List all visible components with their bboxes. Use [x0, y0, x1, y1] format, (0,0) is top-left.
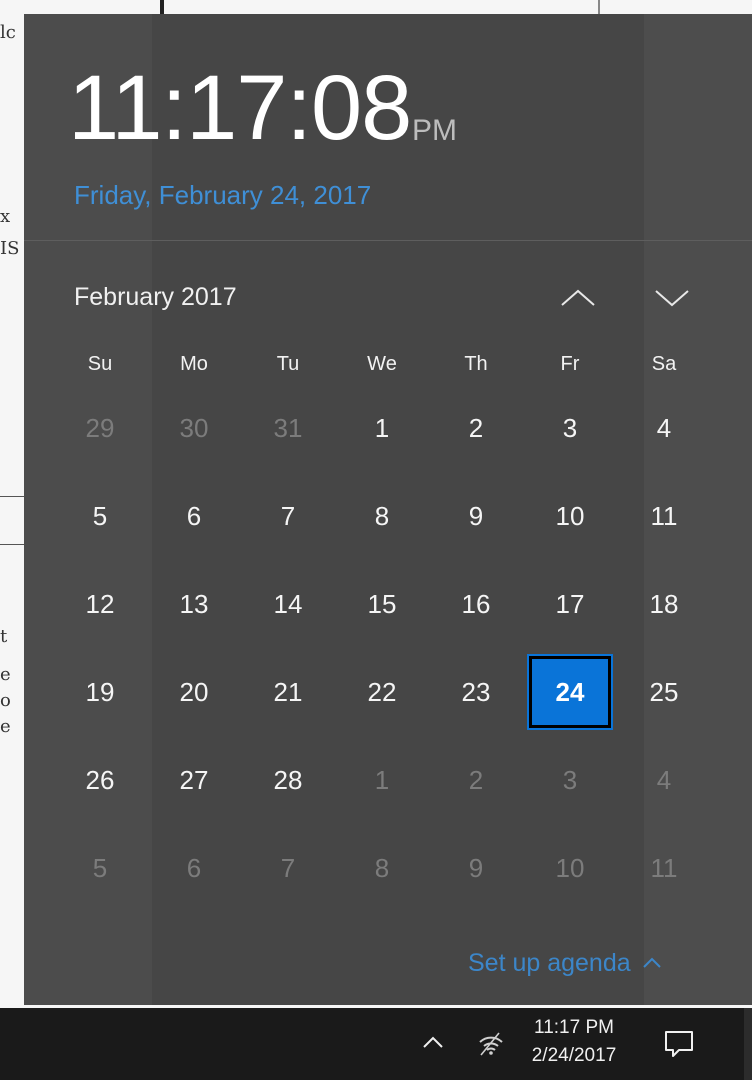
calendar-day-adjacent-month[interactable]: 2 [429, 736, 523, 824]
background-text-fragment: e [0, 664, 11, 685]
taskbar-clock[interactable]: 11:17 PM 2/24/2017 [514, 1014, 634, 1070]
background-text-fragment: x [0, 206, 11, 227]
calendar-week-row: 26 27 28 1 2 3 4 [53, 736, 711, 824]
today-highlight: 24 [527, 654, 613, 730]
taskbar-edge [744, 1008, 752, 1080]
flyout-clock-ampm: PM [412, 114, 457, 147]
background-text-fragment: o [0, 690, 11, 711]
calendar-day-adjacent-month[interactable]: 31 [241, 384, 335, 472]
calendar-day[interactable]: 23 [429, 648, 523, 736]
weekday-header: We [367, 353, 397, 375]
flyout-divider [24, 240, 752, 241]
calendar-day[interactable]: 1 [335, 384, 429, 472]
calendar-day[interactable]: 11 [617, 472, 711, 560]
calendar-week-row: 5 6 7 8 9 10 11 [53, 824, 711, 912]
calendar-day-adjacent-month[interactable]: 3 [523, 736, 617, 824]
calendar-day-adjacent-month[interactable]: 10 [523, 824, 617, 912]
calendar-day[interactable]: 15 [335, 560, 429, 648]
calendar-day[interactable]: 28 [241, 736, 335, 824]
calendar-day[interactable]: 27 [147, 736, 241, 824]
taskbar-date: 2/24/2017 [531, 1045, 617, 1066]
calendar-day-today[interactable]: 24 [523, 648, 617, 736]
next-month-button[interactable] [650, 276, 694, 320]
calendar-day[interactable]: 18 [617, 560, 711, 648]
calendar-day[interactable]: 26 [53, 736, 147, 824]
taskbar-time: 11:17 PM [534, 1017, 614, 1038]
calendar-day[interactable]: 22 [335, 648, 429, 736]
calendar-day[interactable]: 5 [53, 472, 147, 560]
chevron-up-icon [561, 289, 595, 306]
background-text-fragment: e [0, 716, 11, 737]
calendar-day[interactable]: 12 [53, 560, 147, 648]
wifi-icon[interactable] [476, 1028, 506, 1058]
calendar-day-adjacent-month[interactable]: 29 [53, 384, 147, 472]
calendar-day[interactable]: 14 [241, 560, 335, 648]
calendar-day[interactable]: 6 [147, 472, 241, 560]
calendar-week-row: 29 30 31 1 2 3 4 [53, 384, 711, 472]
calendar-day[interactable]: 19 [53, 648, 147, 736]
calendar-day[interactable]: 9 [429, 472, 523, 560]
chevron-down-icon [655, 290, 689, 307]
calendar-day[interactable]: 20 [147, 648, 241, 736]
previous-month-button[interactable] [556, 276, 600, 320]
calendar-day[interactable]: 3 [523, 384, 617, 472]
calendar-day[interactable]: 8 [335, 472, 429, 560]
weekday-header: Fr [560, 353, 580, 375]
set-up-agenda-label: Set up agenda [468, 949, 631, 977]
calendar-day-adjacent-month[interactable]: 6 [147, 824, 241, 912]
calendar-day[interactable]: 4 [617, 384, 711, 472]
calendar-day[interactable]: 7 [241, 472, 335, 560]
calendar-day-adjacent-month[interactable]: 5 [53, 824, 147, 912]
calendar-week-row: 5 6 7 8 9 10 11 [53, 472, 711, 560]
weekday-header: Th [464, 353, 488, 375]
background-text-fragment: IS [0, 238, 20, 259]
calendar-day-adjacent-month[interactable]: 30 [147, 384, 241, 472]
calendar-weeks: 29 30 31 1 2 3 4 5 6 7 8 9 10 11 12 13 14 15 16 17 18 19 20 21 2… [53, 384, 711, 912]
calendar-day-adjacent-month[interactable]: 11 [617, 824, 711, 912]
background-text-fragment: lc [0, 22, 16, 43]
weekday-header-row: Su Mo Tu We Th Fr Sa [53, 344, 711, 384]
taskbar: 11:17 PM 2/24/2017 [0, 1008, 752, 1080]
calendar-day[interactable]: 16 [429, 560, 523, 648]
calendar-day-adjacent-month[interactable]: 4 [617, 736, 711, 824]
show-hidden-icons-chevron-icon[interactable] [420, 1030, 446, 1056]
calendar-day-adjacent-month[interactable]: 8 [335, 824, 429, 912]
weekday-header: Su [87, 353, 113, 375]
flyout-clock-time: 11:17:08 [68, 57, 412, 159]
action-center-icon[interactable] [662, 1028, 696, 1060]
calendar-month-label[interactable]: February 2017 [74, 282, 237, 312]
calendar-day-adjacent-month[interactable]: 7 [241, 824, 335, 912]
flyout-date-link[interactable]: Friday, February 24, 2017 [74, 180, 371, 210]
weekday-header: Sa [651, 353, 677, 375]
calendar-day[interactable]: 17 [523, 560, 617, 648]
background-text-fragment: t [0, 626, 8, 647]
calendar-grid: Su Mo Tu We Th Fr Sa 29 30 31 1 2 3 4 5 6 7 8 9 10 11… [53, 344, 711, 912]
set-up-agenda-link[interactable]: Set up agenda [468, 948, 663, 978]
calendar-day[interactable]: 10 [523, 472, 617, 560]
calendar-day[interactable]: 21 [241, 648, 335, 736]
calendar-week-row: 19 20 21 22 23 24 25 [53, 648, 711, 736]
chevron-up-icon [642, 957, 661, 968]
calendar-day[interactable]: 13 [147, 560, 241, 648]
calendar-week-row: 12 13 14 15 16 17 18 [53, 560, 711, 648]
calendar-day-adjacent-month[interactable]: 1 [335, 736, 429, 824]
calendar-day[interactable]: 25 [617, 648, 711, 736]
weekday-header: Tu [276, 353, 300, 375]
weekday-header: Mo [180, 353, 208, 375]
calendar-day-adjacent-month[interactable]: 9 [429, 824, 523, 912]
calendar-day[interactable]: 2 [429, 384, 523, 472]
date-time-flyout: 11:17:08 PM Friday, February 24, 2017 Fe… [24, 14, 752, 1005]
